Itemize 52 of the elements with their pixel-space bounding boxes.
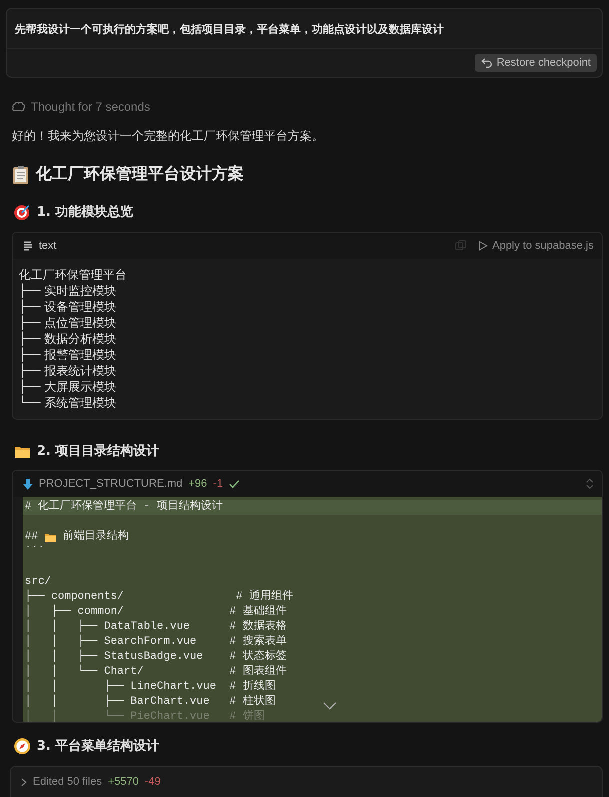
additions-count: +5570 bbox=[108, 776, 140, 788]
code-line: │ │ ├── StatusBadge.vue # 状态标签 bbox=[25, 650, 287, 664]
deletions-count: -49 bbox=[145, 776, 161, 788]
edited-files-label: Edited 50 files bbox=[33, 776, 102, 788]
code-line: 化工厂环保管理平台 bbox=[19, 267, 128, 283]
code-line: │ ├── common/ # 基础组件 bbox=[25, 605, 287, 620]
code-line: ├── 大屏展示模块 bbox=[19, 379, 118, 395]
compass-icon bbox=[14, 738, 31, 754]
additions-count: +96 bbox=[188, 478, 208, 490]
play-icon bbox=[479, 241, 488, 251]
thought-duration[interactable]: Thought for 7 seconds bbox=[31, 100, 150, 114]
chevron-right-icon bbox=[21, 778, 27, 786]
code-line: ├── 报表统计模块 bbox=[19, 363, 118, 379]
intro-text: 好的！我来为您设计一个完整的化工厂环保管理平台方案。 bbox=[12, 128, 325, 145]
apply-button[interactable]: Apply to supabase.js bbox=[479, 240, 594, 252]
download-arrow-icon bbox=[23, 478, 33, 490]
code-line: # 化工厂环保管理平台 - 项目结构设计 bbox=[25, 500, 224, 515]
code-line: │ │ └── Chart/ # 图表组件 bbox=[25, 665, 287, 680]
copy-icon[interactable] bbox=[455, 240, 468, 252]
file-name[interactable]: PROJECT_STRUCTURE.md bbox=[39, 478, 183, 490]
code-line: ``` bbox=[25, 545, 45, 560]
code-line: │ │ ├── SearchForm.vue # 搜索表单 bbox=[25, 635, 287, 650]
clipboard-icon bbox=[12, 164, 30, 184]
code-line: ├── 实时监控模块 bbox=[19, 283, 118, 299]
restore-checkpoint-button[interactable]: Restore checkpoint bbox=[474, 54, 597, 72]
code-line: ├── 报警管理模块 bbox=[19, 347, 118, 363]
code-line: │ │ ├── DataTable.vue # 数据表格 bbox=[25, 620, 287, 634]
code-text: ## bbox=[25, 530, 38, 545]
section-heading: 1. 功能模块总览 bbox=[37, 204, 134, 221]
code-line: │ │ ├── BarChart.vue # 柱状图 bbox=[25, 695, 276, 710]
code-line: ├── 点位管理模块 bbox=[19, 315, 118, 331]
chevron-down-icon[interactable] bbox=[323, 702, 337, 710]
code-line: ├── 数据分析模块 bbox=[19, 331, 118, 347]
deletions-count: -1 bbox=[213, 478, 224, 490]
code-line: ├── components/ # 通用组件 bbox=[25, 590, 294, 604]
undo-icon bbox=[480, 57, 493, 69]
code-line: └── 系统管理模块 bbox=[19, 395, 118, 411]
section-heading: 2. 项目目录结构设计 bbox=[37, 443, 160, 460]
check-icon bbox=[229, 480, 240, 488]
edited-files-bar[interactable]: Edited 50 files +5570 -49 bbox=[10, 766, 603, 797]
code-line: src/ bbox=[25, 575, 52, 590]
code-language-label: text bbox=[39, 240, 57, 252]
expand-collapse-icon[interactable] bbox=[586, 478, 594, 490]
text-file-icon bbox=[23, 241, 33, 251]
folder-icon bbox=[44, 532, 58, 543]
user-message: 先帮我设计一个可执行的方案吧，包括项目目录，平台菜单，功能点设计以及数据库设计 bbox=[7, 9, 602, 49]
section-heading: 3. 平台菜单结构设计 bbox=[37, 738, 160, 755]
code-line: │ │ ├── LineChart.vue # 折线图 bbox=[25, 680, 276, 694]
target-icon bbox=[14, 204, 31, 220]
code-line: ├── 设备管理模块 bbox=[19, 299, 118, 315]
page-title: 化工厂环保管理平台设计方案 bbox=[36, 164, 244, 185]
code-text: 前端目录结构 bbox=[63, 530, 130, 545]
